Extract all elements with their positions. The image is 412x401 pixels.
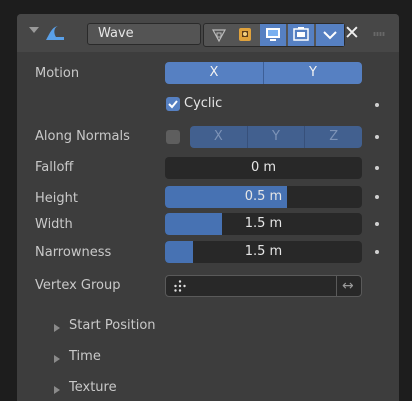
height-slider[interactable]: 0.5 m	[165, 186, 362, 208]
header-toggle-group	[203, 23, 345, 47]
wave-modifier-icon	[46, 26, 64, 40]
keyframe-dot[interactable]	[375, 195, 379, 199]
motion-x-toggle[interactable]: X	[165, 62, 263, 84]
vertex-group-field[interactable]: ↔	[165, 275, 362, 297]
normals-x-toggle[interactable]: X	[190, 126, 247, 148]
width-slider[interactable]: 1.5 m	[165, 213, 362, 235]
viewport-icon[interactable]	[260, 24, 286, 46]
subpanel-start-position[interactable]: Start Position	[69, 318, 156, 333]
keyframe-dot[interactable]	[375, 250, 379, 254]
along-normals-label: Along Normals	[35, 129, 130, 144]
invert-swap-icon[interactable]: ↔	[342, 276, 354, 296]
keyframe-dot[interactable]	[375, 103, 379, 107]
subpanel-texture[interactable]: Texture	[69, 380, 117, 395]
time-expand-icon[interactable]	[54, 355, 60, 363]
normals-z-toggle[interactable]: Z	[304, 126, 362, 148]
motion-label: Motion	[35, 66, 80, 81]
narrowness-value: 1.5 m	[244, 244, 283, 259]
modifier-name-field[interactable]: Wave	[87, 23, 201, 45]
drag-handle-icon[interactable]	[373, 32, 385, 36]
falloff-label: Falloff	[35, 160, 74, 175]
motion-y-toggle[interactable]: Y	[263, 62, 362, 84]
modifier-header: Wave ✕	[17, 14, 399, 52]
falloff-value: 0 m	[250, 160, 277, 175]
start-position-expand-icon[interactable]	[54, 324, 60, 332]
height-value: 0.5 m	[244, 189, 283, 204]
keyframe-dot[interactable]	[375, 222, 379, 226]
cyclic-checkbox[interactable]	[166, 97, 180, 111]
wave-modifier-panel: Wave ✕ Motion X Y Cyclic Along Normals X…	[17, 14, 399, 401]
vertex-group-label: Vertex Group	[35, 278, 121, 293]
vertex-triangle-icon[interactable]	[206, 24, 232, 46]
along-normals-checkbox[interactable]	[166, 130, 180, 144]
texture-expand-icon[interactable]	[54, 386, 60, 394]
keyframe-dot[interactable]	[375, 166, 379, 170]
narrowness-label: Narrowness	[35, 245, 112, 260]
vertex-group-icon	[174, 280, 186, 292]
subpanel-time[interactable]: Time	[69, 349, 101, 364]
width-label: Width	[35, 217, 73, 232]
dropdown-chevron-icon[interactable]	[316, 24, 344, 46]
motion-toggle-group: X Y	[165, 62, 362, 84]
field-divider	[336, 276, 337, 296]
close-icon[interactable]: ✕	[342, 22, 362, 44]
collapse-arrow-icon[interactable]	[29, 27, 39, 33]
normals-axis-toggle-group: X Y Z	[190, 126, 362, 148]
width-value: 1.5 m	[244, 216, 283, 231]
render-icon[interactable]	[288, 24, 314, 46]
modifier-name-text: Wave	[98, 26, 134, 41]
falloff-slider[interactable]: 0 m	[165, 157, 362, 179]
keyframe-dot[interactable]	[375, 135, 379, 139]
normals-y-toggle[interactable]: Y	[246, 126, 305, 148]
narrowness-slider[interactable]: 1.5 m	[165, 241, 362, 263]
height-label: Height	[35, 191, 78, 206]
editmode-icon[interactable]	[232, 24, 258, 46]
cyclic-label: Cyclic	[184, 96, 223, 111]
